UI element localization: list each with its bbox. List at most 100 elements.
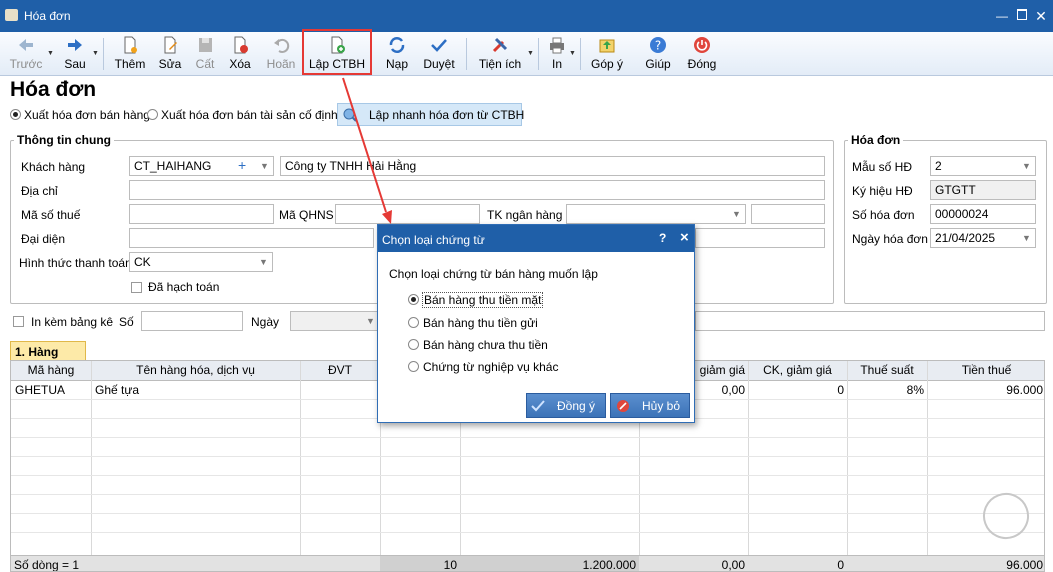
attach-extra-field[interactable]: [695, 311, 1045, 331]
accounted-checkbox[interactable]: [131, 282, 142, 293]
dialog-title: Chọn loại chứng từ: [382, 233, 485, 247]
utilities-dropdown-icon[interactable]: ▼: [527, 50, 534, 57]
column-header[interactable]: CK, giảm giá: [748, 361, 847, 380]
radio-sales-invoice[interactable]: [10, 109, 21, 120]
option-cash-label[interactable]: Bán hàng thu tiền mặt: [422, 292, 544, 308]
utilities-button[interactable]: Tiện ích: [476, 32, 524, 75]
option-cash-radio[interactable]: [408, 294, 419, 305]
address-field[interactable]: [129, 180, 825, 200]
attach-number-field[interactable]: [141, 311, 243, 331]
customer-name-field[interactable]: Công ty TNHH Hải Hằng: [280, 156, 825, 176]
dialog-help-button[interactable]: ?: [659, 231, 666, 245]
column-header[interactable]: Tên hàng hóa, dịch vụ: [91, 361, 300, 380]
close-window-button[interactable]: ✕: [1033, 8, 1049, 24]
cancel-icon: [617, 400, 629, 412]
cancel-button[interactable]: Hủy bỏ: [610, 393, 690, 418]
bank-name-field[interactable]: [751, 204, 825, 224]
feedback-button[interactable]: Góp ý: [588, 32, 626, 75]
symbol-field[interactable]: GTGTT: [930, 180, 1036, 200]
representative-field[interactable]: [129, 228, 374, 248]
invoice-date-label: Ngày hóa đơn: [852, 232, 928, 246]
print-button[interactable]: In: [545, 32, 569, 75]
option-credit-radio[interactable]: [408, 339, 419, 350]
checkmark-icon: [531, 400, 545, 412]
representative-extra-field[interactable]: [695, 228, 825, 248]
quick-create-button[interactable]: Lập nhanh hóa đơn từ CTBH: [337, 103, 524, 126]
chevron-down-icon[interactable]: ▼: [366, 316, 375, 326]
address-label: Địa chỉ: [21, 184, 58, 198]
invoice-group-title: Hóa đơn: [848, 133, 904, 147]
dialog-prompt: Chọn loại chứng từ bán hàng muốn lập: [389, 267, 598, 281]
chevron-down-icon[interactable]: ▼: [732, 209, 741, 219]
back-button[interactable]: Trước: [8, 32, 44, 75]
checkmark-icon: [431, 39, 447, 52]
printer-icon: [550, 37, 564, 54]
customer-name-value: Công ty TNHH Hải Hằng: [285, 159, 417, 173]
chevron-down-icon[interactable]: ▼: [1022, 233, 1031, 243]
choose-document-dialog: Chọn loại chứng từ ? × Chọn loại chứng t…: [377, 224, 695, 423]
option-bank-label[interactable]: Bán hàng thu tiền gửi: [423, 316, 538, 330]
add-button[interactable]: Thêm: [111, 32, 149, 75]
option-other-radio[interactable]: [408, 361, 419, 372]
column-header[interactable]: Mã hàng: [11, 361, 91, 380]
dialog-close-button[interactable]: ×: [680, 229, 689, 246]
undo-icon: [274, 38, 290, 53]
edit-button[interactable]: Sửa: [154, 32, 186, 75]
cell-discount: 0: [837, 383, 844, 397]
close-button[interactable]: Đóng: [684, 32, 720, 75]
maximize-button[interactable]: [1014, 8, 1030, 24]
delete-icon: [234, 36, 248, 54]
invoice-date-field[interactable]: 21/04/2025 ▼: [930, 228, 1036, 248]
column-header[interactable]: Tiền thuế: [927, 361, 1044, 380]
column-header[interactable]: Thuế suất: [847, 361, 927, 380]
toolbar-separator: [538, 38, 539, 70]
customer-label: Khách hàng: [21, 160, 86, 174]
grid-footer: Số dòng = 1 10 1.200.000 0,00 0 96.000: [11, 555, 1044, 572]
help-icon: ?: [650, 37, 666, 53]
save-button[interactable]: Cất: [191, 32, 219, 75]
help-button[interactable]: ? Giúp: [642, 32, 674, 75]
attach-date-field[interactable]: ▼: [290, 311, 380, 331]
invoice-number-field[interactable]: 00000024: [930, 204, 1036, 224]
template-select[interactable]: 2 ▼: [930, 156, 1036, 176]
load-button[interactable]: Nạp: [381, 32, 413, 75]
bank-account-field[interactable]: ▼: [566, 204, 746, 224]
radio-asset-invoice[interactable]: [147, 109, 158, 120]
symbol-value: GTGTT: [935, 183, 976, 197]
toolbar-separator: [103, 38, 104, 70]
option-other-label[interactable]: Chứng từ nghiệp vụ khác: [423, 360, 558, 374]
back-dropdown-icon[interactable]: ▼: [47, 50, 54, 57]
arrow-left-icon: [19, 39, 33, 51]
qhns-field[interactable]: [335, 204, 480, 224]
tab-items[interactable]: 1. Hàng tiền: [10, 341, 86, 373]
forward-dropdown-icon[interactable]: ▼: [92, 50, 99, 57]
payment-method-label: Hình thức thanh toán: [19, 256, 132, 270]
approve-button[interactable]: Duyệt: [420, 32, 458, 75]
attach-list-label: In kèm bảng kê: [31, 315, 114, 329]
tax-code-field[interactable]: [129, 204, 274, 224]
undo-button[interactable]: Hoãn: [263, 32, 299, 75]
print-dropdown-icon[interactable]: ▼: [569, 50, 576, 57]
column-header[interactable]: ĐVT: [300, 361, 380, 380]
option-bank-radio[interactable]: [408, 317, 419, 328]
customer-code-field[interactable]: CT_HAIHANG + ▼: [129, 156, 274, 176]
save-icon: [199, 38, 212, 52]
chevron-down-icon[interactable]: ▼: [260, 161, 269, 171]
minimize-button[interactable]: —: [994, 8, 1010, 24]
delete-button[interactable]: Xóa: [224, 32, 256, 75]
grid-row-line: [11, 494, 1044, 495]
payment-method-select[interactable]: CK ▼: [129, 252, 273, 272]
footer-discount-rate: 0,00: [721, 558, 745, 572]
chevron-down-icon[interactable]: ▼: [1022, 161, 1031, 171]
cell-name: Ghế tựa: [95, 383, 140, 397]
attach-list-checkbox[interactable]: [13, 316, 24, 327]
ok-button[interactable]: Đồng ý: [526, 393, 606, 418]
chevron-down-icon[interactable]: ▼: [259, 257, 268, 267]
forward-button[interactable]: Sau: [58, 32, 92, 75]
template-value: 2: [935, 159, 942, 173]
option-credit-label[interactable]: Bán hàng chưa thu tiền: [423, 338, 548, 352]
cell-vat: 96.000: [1006, 383, 1043, 397]
footer-qty: 10: [443, 558, 457, 572]
footer-vat: 96.000: [1006, 558, 1043, 572]
plus-icon[interactable]: +: [238, 157, 246, 173]
